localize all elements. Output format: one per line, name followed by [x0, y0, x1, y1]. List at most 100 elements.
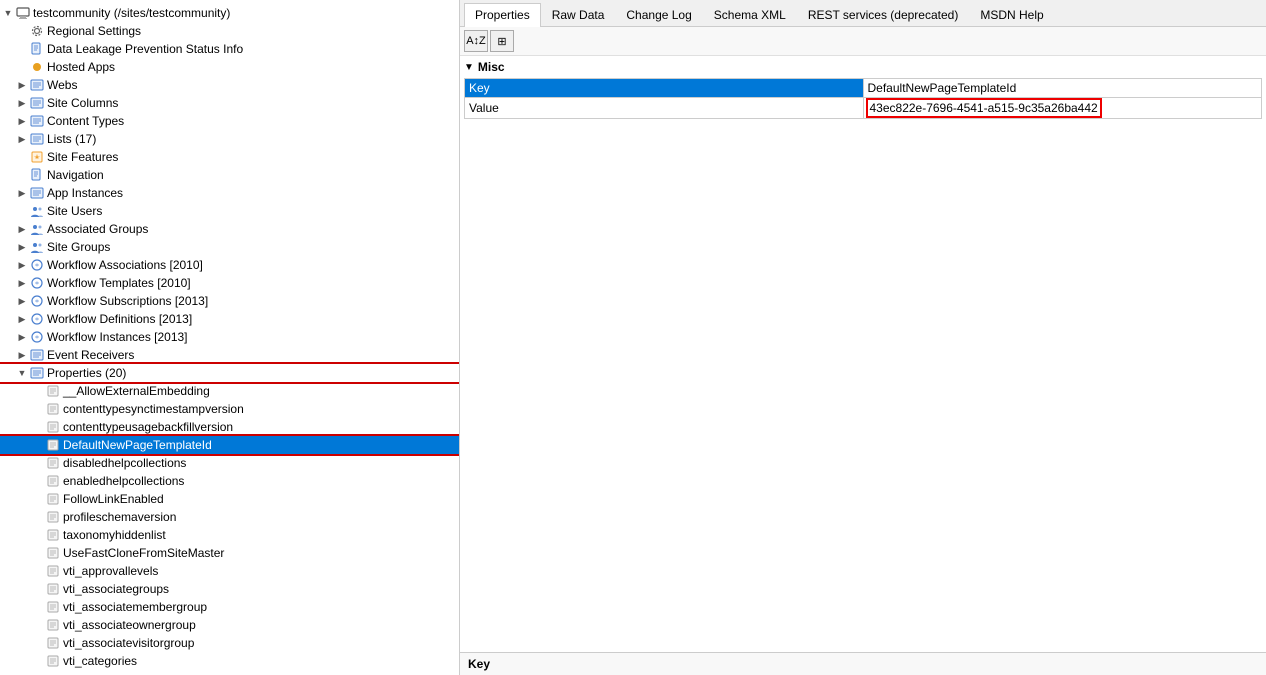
tree-item-vti_associateownergroup[interactable]: vti_associateownergroup: [0, 616, 459, 634]
expand-icon-workflow-associations[interactable]: ▶: [16, 259, 28, 271]
tab-properties[interactable]: Properties: [464, 3, 541, 27]
tree-icon-people: [29, 221, 45, 237]
expand-icon-app-instances[interactable]: ▶: [16, 187, 28, 199]
expand-icon-associated-groups[interactable]: ▶: [16, 223, 28, 235]
expand-icon-workflow-definitions[interactable]: ▶: [16, 313, 28, 325]
tree-item-vti_associatevisitorgroup[interactable]: vti_associatevisitorgroup: [0, 634, 459, 652]
expand-icon-vti_categories: [32, 655, 44, 667]
tree-item-FollowLinkEnabled[interactable]: FollowLinkEnabled: [0, 490, 459, 508]
tree-item-AllowExternalEmbedding[interactable]: __AllowExternalEmbedding: [0, 382, 459, 400]
tree-item-site-features[interactable]: Site Features: [0, 148, 459, 166]
tree-item-contenttypesynctimestampversion[interactable]: contenttypesynctimestampversion: [0, 400, 459, 418]
tree-item-lists[interactable]: ▶Lists (17): [0, 130, 459, 148]
tree-item-regional-settings[interactable]: Regional Settings: [0, 22, 459, 40]
tree-icon-feature: [29, 149, 45, 165]
expand-icon-testcommunity[interactable]: ▼: [2, 7, 14, 19]
section-expand-icon[interactable]: ▼: [464, 62, 474, 73]
tree-item-disabledhelpcollections[interactable]: disabledhelpcollections: [0, 454, 459, 472]
tree-item-testcommunity[interactable]: ▼testcommunity (/sites/testcommunity): [0, 4, 459, 22]
tree-label-site-groups: Site Groups: [47, 240, 110, 254]
value-content[interactable]: 43ec822e-7696-4541-a515-9c35a26ba442: [868, 100, 1100, 116]
tree-item-properties[interactable]: ▼Properties (20): [0, 364, 459, 382]
tab-schema-xml[interactable]: Schema XML: [703, 3, 797, 26]
tree-label-FollowLinkEnabled: FollowLinkEnabled: [63, 492, 164, 506]
grid-button[interactable]: ⊞: [490, 30, 514, 52]
tree-item-associated-groups[interactable]: ▶Associated Groups: [0, 220, 459, 238]
tree-item-dlp[interactable]: Data Leakage Prevention Status Info: [0, 40, 459, 58]
tree-item-site-users[interactable]: Site Users: [0, 202, 459, 220]
tree-item-workflow-associations[interactable]: ▶Workflow Associations [2010]: [0, 256, 459, 274]
tree-icon-page: [29, 41, 45, 57]
tree-item-profileschemaversion[interactable]: profileschemaversion: [0, 508, 459, 526]
expand-icon-profileschemaversion: [32, 511, 44, 523]
tree-icon-prop: [45, 635, 61, 651]
expand-icon-UseFastCloneFromSiteMaster: [32, 547, 44, 559]
tree-item-workflow-templates[interactable]: ▶Workflow Templates [2010]: [0, 274, 459, 292]
expand-icon-workflow-subscriptions[interactable]: ▶: [16, 295, 28, 307]
sort-az-button[interactable]: A↕Z: [464, 30, 488, 52]
prop-row-key: KeyDefaultNewPageTemplateId: [465, 79, 1262, 98]
expand-icon-workflow-templates[interactable]: ▶: [16, 277, 28, 289]
tree-item-DefaultNewPageTemplateId[interactable]: DefaultNewPageTemplateId: [0, 436, 459, 454]
tab-rest-services[interactable]: REST services (deprecated): [797, 3, 970, 26]
tree-label-site-features: Site Features: [47, 150, 118, 164]
expand-icon-event-receivers[interactable]: ▶: [16, 349, 28, 361]
expand-icon-webs[interactable]: ▶: [16, 79, 28, 91]
expand-icon-lists[interactable]: ▶: [16, 133, 28, 145]
prop-row-value: Value43ec822e-7696-4541-a515-9c35a26ba44…: [465, 98, 1262, 119]
tree-item-event-receivers[interactable]: ▶Event Receivers: [0, 346, 459, 364]
tree-item-content-types[interactable]: ▶Content Types: [0, 112, 459, 130]
tree-icon-prop: [45, 491, 61, 507]
tree-icon-list: [29, 113, 45, 129]
expand-icon-disabledhelpcollections: [32, 457, 44, 469]
tree-item-vti_approvallevels[interactable]: vti_approvallevels: [0, 562, 459, 580]
tree-icon-prop: [45, 419, 61, 435]
tab-msdn-help[interactable]: MSDN Help: [969, 3, 1054, 26]
tree-item-webs[interactable]: ▶ Webs: [0, 76, 459, 94]
tree-item-navigation[interactable]: Navigation: [0, 166, 459, 184]
tree-item-vti_associatemembergroup[interactable]: vti_associatemembergroup: [0, 598, 459, 616]
tree-label-site-users: Site Users: [47, 204, 102, 218]
expand-icon-hosted-apps: [16, 61, 28, 73]
tree-icon-list: [29, 131, 45, 147]
tree-icon-list: [29, 365, 45, 381]
tree-label-webs: Webs: [47, 78, 77, 92]
tree-icon-prop: [45, 527, 61, 543]
tree-item-site-columns[interactable]: ▶Site Columns: [0, 94, 459, 112]
tree-icon-workflow: [29, 311, 45, 327]
tree-item-taxonomyhiddenlist[interactable]: taxonomyhiddenlist: [0, 526, 459, 544]
expand-icon-properties[interactable]: ▼: [16, 367, 28, 379]
expand-icon-enabledhelpcollections: [32, 475, 44, 487]
tab-change-log[interactable]: Change Log: [615, 3, 702, 26]
tree-icon-prop: [45, 383, 61, 399]
tree-item-site-groups[interactable]: ▶ Site Groups: [0, 238, 459, 256]
tree-icon-prop: [45, 563, 61, 579]
tree-label-disabledhelpcollections: disabledhelpcollections: [63, 456, 186, 470]
tree-item-workflow-definitions[interactable]: ▶Workflow Definitions [2013]: [0, 310, 459, 328]
section-header: ▼ Misc: [464, 60, 1262, 74]
expand-icon-site-groups[interactable]: ▶: [16, 241, 28, 253]
expand-icon-site-columns[interactable]: ▶: [16, 97, 28, 109]
tree-item-hosted-apps[interactable]: Hosted Apps: [0, 58, 459, 76]
tree-item-workflow-instances[interactable]: ▶Workflow Instances [2013]: [0, 328, 459, 346]
tab-raw-data[interactable]: Raw Data: [541, 3, 616, 26]
tabs-bar: PropertiesRaw DataChange LogSchema XMLRE…: [460, 0, 1266, 27]
tree-label-contenttypeusagebackfillversion: contenttypeusagebackfillversion: [63, 420, 233, 434]
expand-icon-workflow-instances[interactable]: ▶: [16, 331, 28, 343]
tree-icon-prop: [45, 545, 61, 561]
expand-icon-content-types[interactable]: ▶: [16, 115, 28, 127]
tree: ▼testcommunity (/sites/testcommunity)Reg…: [0, 0, 459, 674]
tree-item-app-instances[interactable]: ▶App Instances: [0, 184, 459, 202]
tree-item-contenttypeusagebackfillversion[interactable]: contenttypeusagebackfillversion: [0, 418, 459, 436]
tree-item-vti_associategroups[interactable]: vti_associategroups: [0, 580, 459, 598]
tree-label-profileschemaversion: profileschemaversion: [63, 510, 176, 524]
sort-az-icon: A↕Z: [466, 35, 486, 47]
tree-item-UseFastCloneFromSiteMaster[interactable]: UseFastCloneFromSiteMaster: [0, 544, 459, 562]
tree-icon-prop: [45, 653, 61, 669]
prop-value[interactable]: 43ec822e-7696-4541-a515-9c35a26ba442: [863, 98, 1262, 119]
tree-item-vti_categories[interactable]: vti_categories: [0, 652, 459, 670]
tree-label-enabledhelpcollections: enabledhelpcollections: [63, 474, 184, 488]
tree-icon-prop: [45, 455, 61, 471]
tree-item-workflow-subscriptions[interactable]: ▶Workflow Subscriptions [2013]: [0, 292, 459, 310]
tree-item-enabledhelpcollections[interactable]: enabledhelpcollections: [0, 472, 459, 490]
